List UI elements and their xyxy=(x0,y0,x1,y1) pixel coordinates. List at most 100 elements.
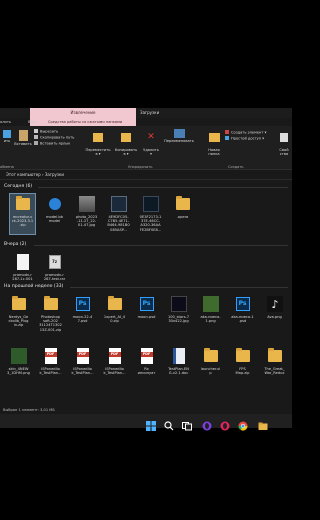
opera-gx-icon[interactable] xyxy=(220,416,230,431)
pdf-icon: PDF xyxy=(137,346,157,366)
file-item[interactable]: Photoshop soft-202 31124T1302 15Z-001.zi… xyxy=(38,294,63,332)
new-item-icon xyxy=(225,130,229,134)
pin-label: ить xyxy=(3,139,11,143)
paste-button[interactable]: Вставить xyxy=(14,130,32,146)
photoshop-icon: Ps xyxy=(137,294,157,314)
file-label: moon-22-4 7.psd xyxy=(72,315,93,324)
folder-icon xyxy=(41,294,61,314)
folder-icon xyxy=(9,294,29,314)
file-label: moon.psd xyxy=(137,315,156,319)
file-item[interactable]: ♪ Ava.png xyxy=(262,294,287,319)
file-label: aka-ниеса-1 .psd xyxy=(231,315,254,324)
new-item-button[interactable]: Создать элемент ▾ xyxy=(225,130,266,135)
file-label: 0E3F2173-1 37E-46CC- A320-36AA FE2BF0E8.… xyxy=(139,215,162,232)
photoshop-icon: Ps xyxy=(73,294,93,314)
file-item[interactable]: FPS Map.zip xyxy=(230,346,255,375)
file-item[interactable]: PDF ISPonedlio k_TestPlan... xyxy=(102,346,127,375)
file-item[interactable]: skin_4NEW 3_1DHM.png xyxy=(6,346,31,375)
file-item[interactable]: PDF ISPonedlio k_TestPlan... xyxy=(70,346,95,375)
section-yesterday[interactable]: Вчера (2) xyxy=(4,242,26,247)
file-item[interactable]: launcher.si p xyxy=(198,346,223,375)
group-clipboard-label: обмена xyxy=(0,165,14,169)
taskbar xyxy=(0,414,292,431)
pdf-icon: PDF xyxy=(73,346,93,366)
rename-button[interactable]: Переименовать xyxy=(162,129,196,143)
copy-to-icon xyxy=(121,133,131,143)
file-item[interactable]: 7z promodv-r 287-test.rar xyxy=(42,252,67,281)
breadcrumb[interactable]: Этот компьютер › Загрузки xyxy=(6,170,64,180)
image-icon xyxy=(141,194,161,214)
clipboard-icon xyxy=(18,130,28,141)
search-icon[interactable] xyxy=(164,416,174,431)
file-label: ISPonedlio k_TestPlan... xyxy=(103,367,126,376)
section-divider xyxy=(70,287,288,288)
new-item-label: Создать элемент ▾ xyxy=(231,130,267,135)
section-last-week[interactable]: На прошлой неделе (33) xyxy=(4,284,63,289)
file-label: ISPonedlio k_TestPlan... xyxy=(39,367,62,376)
properties-button[interactable]: Свой ства xyxy=(276,129,292,157)
folder-icon xyxy=(105,294,125,314)
file-label: TestPlan.EN G-v2.1.doc xyxy=(168,367,189,376)
file-item[interactable]: 1xpert_AI_4 0.zip xyxy=(102,294,127,323)
cut-button[interactable]: Вырезать xyxy=(34,129,58,134)
file-item[interactable]: Ps aka-ниеса-1 .psd xyxy=(230,294,255,323)
file-item[interactable]: model.bb model xyxy=(42,194,67,223)
file-label: launcher.si p xyxy=(200,367,221,376)
file-item[interactable]: photo_2023 -11-27_22- 01-47.jpg xyxy=(74,194,99,228)
file-label: 1xpert_AI_4 0.zip xyxy=(103,315,126,324)
tab-view[interactable]: Вид xyxy=(28,118,35,126)
file-label: promodv-r 287-1c.001 xyxy=(12,273,33,282)
file-item[interactable]: The_Great_ War_Redux xyxy=(262,346,287,375)
file-label: model.bb model xyxy=(46,215,63,224)
chrome-icon[interactable] xyxy=(238,416,248,431)
start-icon[interactable] xyxy=(146,416,156,431)
image-icon xyxy=(77,194,97,214)
file-item[interactable]: 100_stars-7 30x422.jpg xyxy=(166,294,191,323)
cut-label: Вырезать xyxy=(40,129,59,134)
delete-button[interactable]: ✕ Удалить ▾ xyxy=(140,129,162,157)
paste-shortcut-button[interactable]: Вставить ярлык xyxy=(34,141,70,146)
file-item[interactable]: mcreator-v ck-2023.3.1 .zip xyxy=(9,193,36,235)
new-folder-icon xyxy=(208,133,220,143)
file-item[interactable]: Ps moon-22-4 7.psd xyxy=(70,294,95,323)
image-icon: ♪ xyxy=(265,294,285,314)
file-item[interactable]: 0E3F2173-1 37E-46CC- A320-36AA FE2BF0E8.… xyxy=(138,194,163,232)
file-item[interactable]: aka-ниеса- 1.png xyxy=(198,294,223,323)
move-to-button[interactable]: Переместить в ▾ xyxy=(84,129,112,157)
section-today[interactable]: Сегодня (6) xyxy=(4,184,32,189)
file-label: mcreator-v ck-2023.3.1 .zip xyxy=(11,215,34,228)
new-folder-button[interactable]: Новая папка xyxy=(204,129,224,157)
tab-share[interactable]: алить xyxy=(0,118,11,126)
file-item[interactable]: TestPlan.EN G-v2.1.doc xyxy=(166,346,191,375)
file-item[interactable]: Nerdys_Ge ckolib_Plug in.zip xyxy=(6,294,31,328)
document-icon xyxy=(169,346,189,366)
file-list: Сегодня (6) mcreator-v ck-2023.3.1 .zip … xyxy=(0,180,292,406)
file-item[interactable]: promodv-r 287-1c.001 xyxy=(10,252,35,281)
easy-access-button[interactable]: Простой доступ ▾ xyxy=(225,136,264,141)
copy-to-button[interactable]: Копировать в ▾ xyxy=(112,129,140,157)
task-view-icon[interactable] xyxy=(182,416,192,431)
copy-path-icon xyxy=(34,135,38,139)
file-item[interactable]: 4E9DFC05- C7B5-4E71- B464-981B0 085ASP..… xyxy=(106,194,131,232)
file-label: ISPonedlio k_TestPlan... xyxy=(71,367,94,376)
pin-button[interactable]: ить xyxy=(0,130,14,143)
copy-path-button[interactable]: Скопировать путь xyxy=(34,135,74,140)
properties-label: Свой ства xyxy=(279,147,289,157)
file-item[interactable]: Ps moon.psd xyxy=(134,294,159,319)
opera-icon[interactable] xyxy=(202,416,212,431)
section-divider xyxy=(34,245,288,246)
blockbench-icon xyxy=(45,194,65,214)
new-folder-label: Новая папка xyxy=(208,147,220,157)
file-explorer-icon[interactable] xyxy=(258,416,268,430)
address-bar[interactable]: Этот компьютер › Загрузки xyxy=(0,170,292,180)
file-item[interactable]: PDF ISPonedlio k_TestPlan... xyxy=(38,346,63,375)
file-item[interactable]: PDF Rx инсинуат xyxy=(134,346,159,375)
paste-label: Вставить xyxy=(14,142,32,146)
folder-icon xyxy=(265,346,285,366)
copy-to-label: Копировать в ▾ xyxy=(114,147,138,157)
ribbon: ить Вставить Вырезать Скопировать путь В… xyxy=(0,126,292,170)
easy-access-icon xyxy=(225,136,229,140)
file-item[interactable]: .opera xyxy=(170,194,195,219)
tab-extract[interactable]: Извлечение xyxy=(30,108,136,118)
pdf-icon: PDF xyxy=(105,346,125,366)
